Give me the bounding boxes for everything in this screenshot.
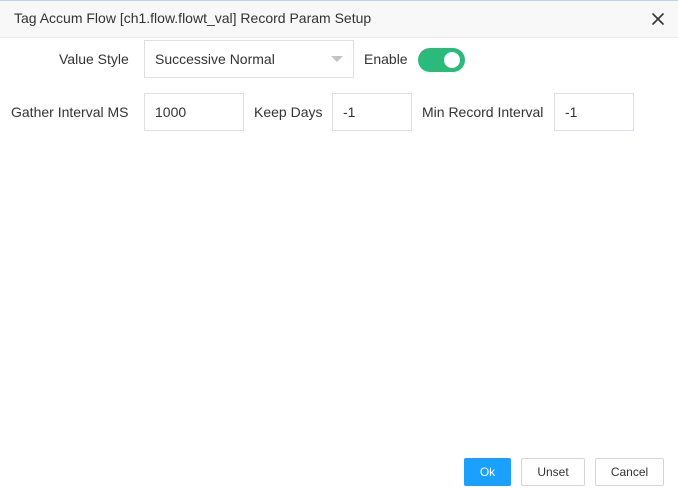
enable-toggle[interactable] bbox=[418, 48, 465, 72]
keep-days-label: Keep Days bbox=[254, 104, 323, 120]
close-icon bbox=[652, 13, 664, 25]
ok-button[interactable]: Ok bbox=[464, 458, 511, 486]
enable-label: Enable bbox=[364, 51, 408, 67]
cancel-button[interactable]: Cancel bbox=[595, 458, 664, 486]
gather-interval-label: Gather Interval MS bbox=[11, 104, 129, 120]
min-record-interval-value: -1 bbox=[565, 104, 578, 120]
close-button[interactable] bbox=[646, 7, 670, 31]
dialog-titlebar: Tag Accum Flow [ch1.flow.flowt_val] Reco… bbox=[0, 1, 678, 38]
unset-button[interactable]: Unset bbox=[521, 458, 585, 486]
chevron-down-icon bbox=[331, 56, 343, 62]
keep-days-value: -1 bbox=[343, 104, 356, 120]
keep-days-input[interactable]: -1 bbox=[332, 93, 412, 131]
min-record-interval-label: Min Record Interval bbox=[422, 104, 544, 120]
value-style-label: Value Style bbox=[59, 51, 129, 67]
gather-interval-value: 1000 bbox=[155, 104, 187, 120]
record-param-dialog: Tag Accum Flow [ch1.flow.flowt_val] Reco… bbox=[0, 0, 678, 488]
value-style-select[interactable]: Successive Normal bbox=[144, 40, 354, 78]
dialog-title: Tag Accum Flow [ch1.flow.flowt_val] Reco… bbox=[14, 10, 372, 26]
gather-interval-input[interactable]: 1000 bbox=[144, 93, 244, 131]
toggle-knob bbox=[444, 52, 460, 68]
min-record-interval-input[interactable]: -1 bbox=[554, 93, 634, 131]
value-style-selected: Successive Normal bbox=[155, 51, 275, 67]
